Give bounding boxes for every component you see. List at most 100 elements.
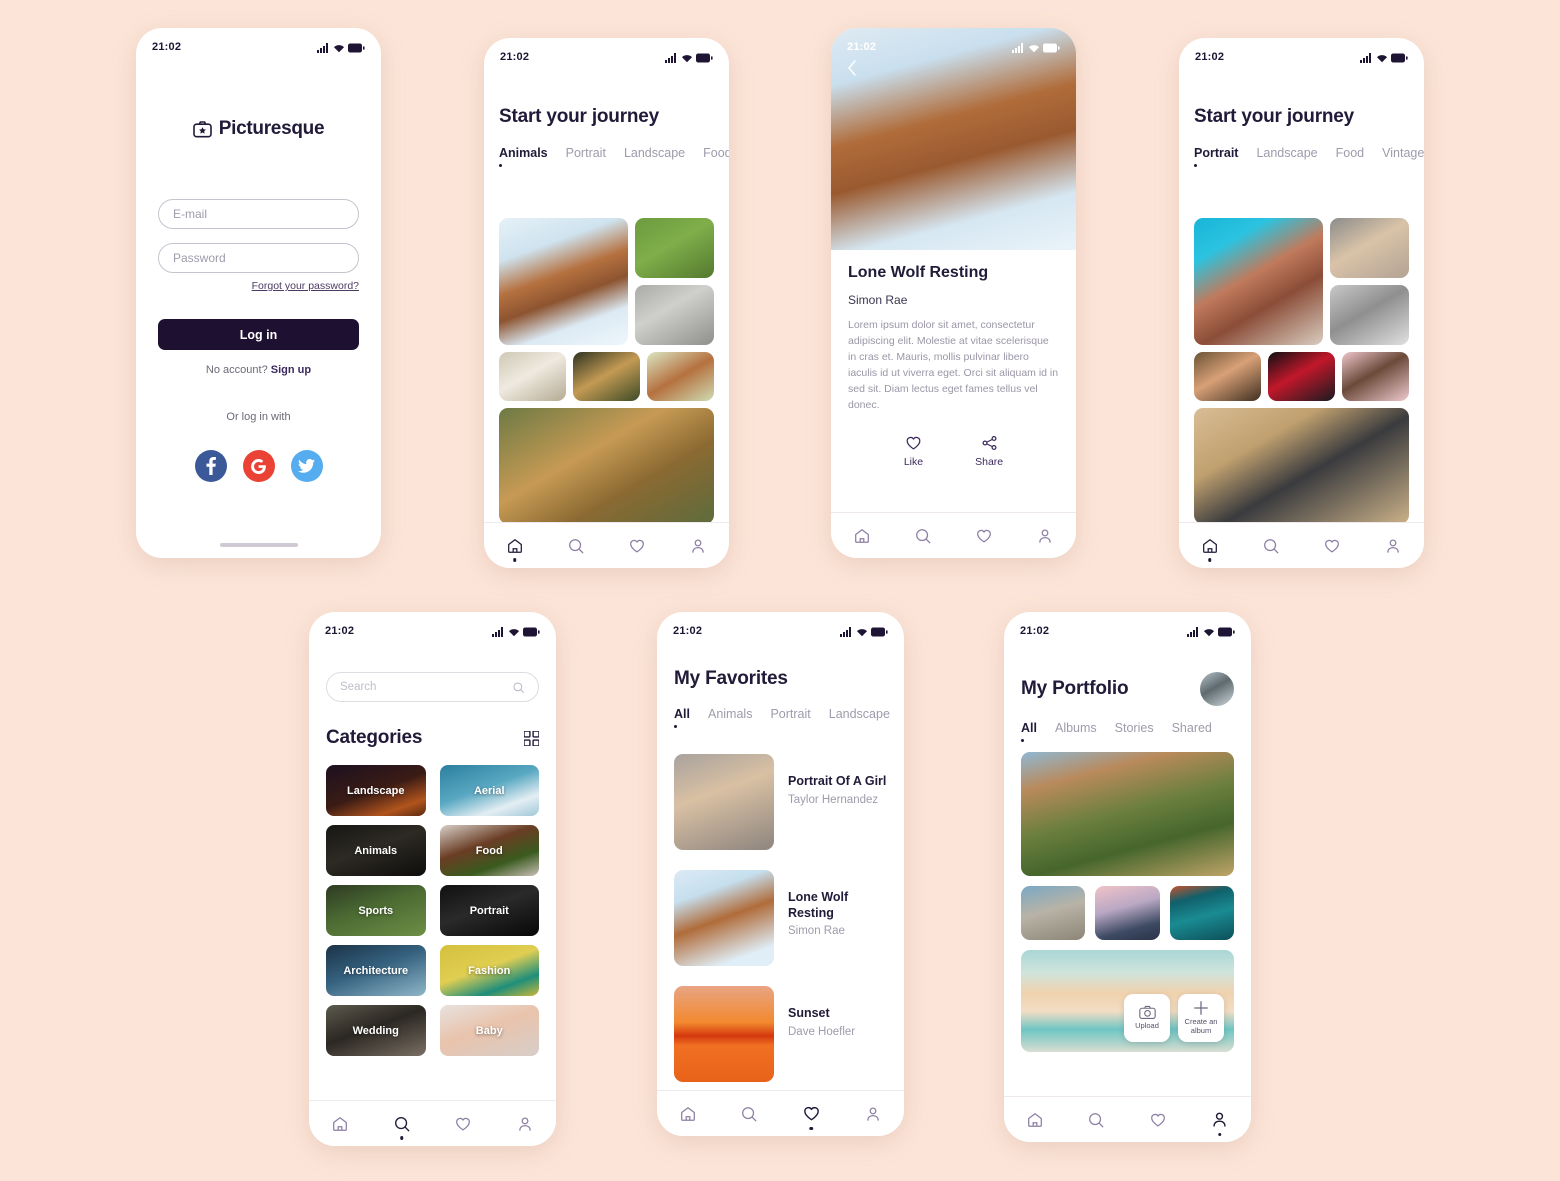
tab-landscape[interactable]: Landscape — [829, 707, 890, 728]
photo-ocean-wave[interactable] — [1169, 886, 1234, 940]
nav-favorites[interactable] — [1149, 1111, 1167, 1129]
nav-favorites[interactable] — [802, 1104, 821, 1130]
photo-man-grayscale-smiling[interactable] — [1329, 285, 1409, 345]
category-wedding[interactable]: Wedding — [326, 1005, 426, 1056]
nav-search[interactable] — [740, 1105, 758, 1123]
google-login-button[interactable] — [242, 450, 275, 482]
search-input[interactable] — [340, 681, 498, 693]
nav-home[interactable] — [1026, 1111, 1044, 1129]
share-button[interactable]: Share — [975, 434, 1003, 468]
nav-profile[interactable] — [516, 1115, 534, 1133]
forgot-password-link[interactable]: Forgot your password? — [158, 280, 359, 292]
status-time: 21:02 — [325, 625, 355, 637]
photo-woman-blonde[interactable] — [1329, 218, 1409, 278]
category-baby[interactable]: Baby — [439, 1005, 539, 1056]
photo-stone-stack[interactable] — [1021, 886, 1086, 940]
photo-sheep-flock[interactable] — [499, 352, 566, 401]
photo-raccoon-on-grass[interactable] — [634, 218, 714, 278]
upload-button[interactable]: Upload — [1124, 994, 1170, 1042]
tab-albums[interactable]: Albums — [1055, 721, 1097, 742]
status-bar: 21:02 — [657, 612, 904, 642]
category-animals[interactable]: Animals — [326, 825, 426, 876]
password-field[interactable] — [158, 243, 359, 273]
photo-woman-teal-wall[interactable] — [1194, 218, 1323, 345]
back-button[interactable] — [845, 58, 859, 83]
nav-favorites[interactable] — [454, 1115, 472, 1133]
nav-profile[interactable] — [689, 537, 707, 555]
person-icon — [1039, 529, 1052, 543]
category-sports[interactable]: Sports — [326, 885, 426, 936]
favorite-item[interactable]: Lone Wolf Resting Simon Rae — [674, 860, 887, 976]
nav-profile[interactable] — [864, 1105, 882, 1123]
avatar[interactable] — [1200, 672, 1234, 706]
photo-leopard-in-tree[interactable] — [573, 352, 640, 401]
nav-search[interactable] — [1087, 1111, 1105, 1129]
nav-search[interactable] — [914, 527, 932, 545]
tab-food[interactable]: Food — [703, 146, 729, 167]
tab-all[interactable]: All — [1021, 721, 1037, 742]
photo-man-in-field[interactable] — [1194, 408, 1409, 524]
photo-redhead-smiling[interactable] — [1194, 352, 1261, 401]
category-aerial[interactable]: Aerial — [439, 765, 539, 816]
tab-food[interactable]: Food — [1336, 146, 1365, 167]
photo-hero-lone-wolf[interactable] — [831, 28, 1076, 250]
nav-favorites[interactable] — [975, 527, 993, 545]
photo-proboscis-monkey[interactable] — [647, 352, 714, 401]
login-button[interactable]: Log in — [158, 319, 359, 350]
nav-search[interactable] — [1262, 537, 1280, 555]
portfolio-header: My Portfolio — [1021, 672, 1234, 706]
tab-all[interactable]: All — [674, 707, 690, 728]
photo-curly-hair-girl[interactable] — [1342, 352, 1409, 401]
twitter-login-button[interactable] — [290, 450, 323, 482]
nav-home[interactable] — [679, 1105, 697, 1123]
nav-profile[interactable] — [1036, 527, 1054, 545]
nav-profile[interactable] — [1210, 1110, 1229, 1136]
nav-search[interactable] — [567, 537, 585, 555]
grid-icon[interactable] — [524, 730, 539, 746]
category-portrait[interactable]: Portrait — [439, 885, 539, 936]
nav-home[interactable] — [853, 527, 871, 545]
facebook-login-button[interactable] — [194, 450, 227, 482]
nav-home[interactable] — [1201, 537, 1219, 562]
tab-portrait[interactable]: Portrait — [1194, 146, 1238, 167]
nav-favorites[interactable] — [1323, 537, 1341, 555]
tab-landscape[interactable]: Landscape — [624, 146, 685, 167]
tab-animals[interactable]: Animals — [708, 707, 752, 728]
photo-mountain-peak[interactable] — [1095, 886, 1160, 940]
favorite-item[interactable]: Portrait Of A Girl Taylor Hernandez — [674, 744, 887, 860]
nav-favorites[interactable] — [628, 537, 646, 555]
heart-icon — [456, 1117, 471, 1130]
photo-zion-canyon[interactable] — [1021, 752, 1234, 876]
create-album-button[interactable]: Create an album — [1178, 994, 1224, 1042]
nav-home[interactable] — [331, 1115, 349, 1133]
search-bar[interactable] — [326, 672, 539, 702]
category-landscape[interactable]: Landscape — [326, 765, 426, 816]
search-icon — [1263, 538, 1279, 553]
category-fashion[interactable]: Fashion — [439, 945, 539, 996]
tab-vintage[interactable]: Vintage — [1382, 146, 1424, 167]
photo-husky-in-snow[interactable] — [499, 218, 628, 345]
tab-landscape[interactable]: Landscape — [1256, 146, 1317, 167]
photo-lion-portrait[interactable] — [499, 408, 714, 524]
photo-siamese-cat[interactable] — [634, 285, 714, 345]
like-button[interactable]: Like — [904, 434, 923, 468]
category-food[interactable]: Food — [439, 825, 539, 876]
tab-portrait[interactable]: Portrait — [566, 146, 606, 167]
favorite-item[interactable]: Sunset Dave Hoefler — [674, 976, 887, 1090]
category-architecture[interactable]: Architecture — [326, 945, 426, 996]
cellular-icon — [317, 42, 328, 53]
tab-shared[interactable]: Shared — [1172, 721, 1212, 742]
heart-icon — [1325, 539, 1340, 552]
signup-link[interactable]: Sign up — [271, 364, 311, 376]
nav-profile[interactable] — [1384, 537, 1402, 555]
photo-tropical-sunset-beach[interactable]: Upload Create an album — [1021, 950, 1234, 1052]
nav-home[interactable] — [506, 537, 524, 562]
status-time: 21:02 — [1020, 625, 1050, 637]
photo-man-red-paint[interactable] — [1268, 352, 1335, 401]
tab-portrait[interactable]: Portrait — [770, 707, 810, 728]
tab-stories[interactable]: Stories — [1115, 721, 1154, 742]
email-field[interactable] — [158, 199, 359, 229]
tab-animals[interactable]: Animals — [499, 146, 548, 167]
categories-heading: Categories — [326, 727, 423, 748]
nav-search[interactable] — [393, 1115, 411, 1140]
